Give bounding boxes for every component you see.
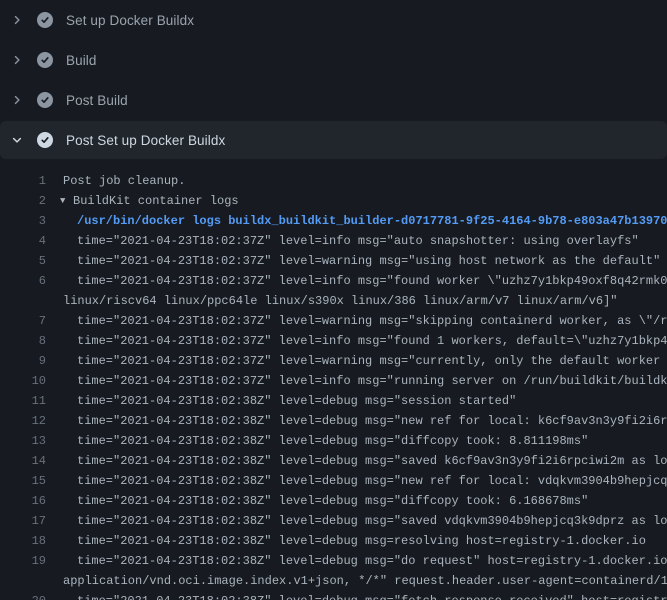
log-line: 14 ▼ time="2021-04-23T18:02:38Z" level=d… bbox=[0, 451, 667, 471]
log-line: 7 ▼ time="2021-04-23T18:02:37Z" level=wa… bbox=[0, 311, 667, 331]
step-header[interactable]: Build bbox=[0, 40, 667, 80]
log-line: 8 ▼ time="2021-04-23T18:02:37Z" level=in… bbox=[0, 331, 667, 351]
log-line-text: time="2021-04-23T18:02:38Z" level=debug … bbox=[77, 431, 588, 451]
log-line: 5 ▼ time="2021-04-23T18:02:37Z" level=wa… bbox=[0, 251, 667, 271]
log-line-number[interactable]: 2 bbox=[0, 191, 46, 211]
step-label: Post Set up Docker Buildx bbox=[66, 133, 225, 148]
log-line-number[interactable]: 13 bbox=[0, 431, 46, 451]
log-line-text: time="2021-04-23T18:02:38Z" level=debug … bbox=[77, 491, 588, 511]
log-lines: 1 ▼ Post job cleanup. 2 ▼ BuildKit conta… bbox=[0, 171, 667, 600]
log-line-text: time="2021-04-23T18:02:38Z" level=debug … bbox=[77, 471, 667, 491]
log-line-number[interactable]: 7 bbox=[0, 311, 46, 331]
step-header[interactable]: Post Set up Docker Buildx bbox=[0, 121, 667, 159]
step-header[interactable]: Set up Docker Buildx bbox=[0, 0, 667, 40]
log-line-number[interactable]: 16 bbox=[0, 491, 46, 511]
chevron-down-icon bbox=[9, 132, 25, 148]
log-line: 6 ▼ time="2021-04-23T18:02:37Z" level=in… bbox=[0, 271, 667, 291]
log-line-text: time="2021-04-23T18:02:37Z" level=info m… bbox=[77, 231, 639, 251]
log-line-text: linux/riscv64 linux/ppc64le linux/s390x … bbox=[63, 291, 618, 311]
log-line-number[interactable]: 19 bbox=[0, 551, 46, 571]
log-line-number[interactable]: 12 bbox=[0, 411, 46, 431]
log-line-text: /usr/bin/docker logs buildx_buildkit_bui… bbox=[77, 211, 667, 231]
log-line-number[interactable]: 11 bbox=[0, 391, 46, 411]
log-line: 19 ▼ time="2021-04-23T18:02:38Z" level=d… bbox=[0, 551, 667, 571]
log-line: 9 ▼ time="2021-04-23T18:02:37Z" level=wa… bbox=[0, 351, 667, 371]
step-label: Build bbox=[66, 53, 97, 68]
log-line-text: Post job cleanup. bbox=[63, 171, 185, 191]
step-header[interactable]: Post Build bbox=[0, 80, 667, 120]
log-line-number[interactable]: 6 bbox=[0, 271, 46, 291]
step-label: Set up Docker Buildx bbox=[66, 13, 194, 28]
log-line: ▼ linux/riscv64 linux/ppc64le linux/s390… bbox=[0, 291, 667, 311]
log-line-text[interactable]: BuildKit container logs bbox=[73, 191, 239, 211]
log-line-text: time="2021-04-23T18:02:37Z" level=info m… bbox=[77, 271, 667, 291]
log-line: 3 ▼ /usr/bin/docker logs buildx_buildkit… bbox=[0, 211, 667, 231]
steps-list: Set up Docker Buildx Build Post Build bbox=[0, 0, 667, 159]
step-label: Post Build bbox=[66, 93, 128, 108]
log-line-number[interactable]: 1 bbox=[0, 171, 46, 191]
log-line-number[interactable]: 18 bbox=[0, 531, 46, 551]
log-line: 15 ▼ time="2021-04-23T18:02:38Z" level=d… bbox=[0, 471, 667, 491]
log-line: 12 ▼ time="2021-04-23T18:02:38Z" level=d… bbox=[0, 411, 667, 431]
log-line-text: time="2021-04-23T18:02:38Z" level=debug … bbox=[77, 511, 667, 531]
log-line-number[interactable]: 3 bbox=[0, 211, 46, 231]
log-line-number[interactable] bbox=[0, 291, 46, 311]
log-line-number[interactable]: 5 bbox=[0, 251, 46, 271]
log-line-text: time="2021-04-23T18:02:38Z" level=debug … bbox=[77, 551, 667, 571]
chevron-right-icon bbox=[9, 92, 25, 108]
log-line-number[interactable]: 20 bbox=[0, 591, 46, 600]
chevron-right-icon bbox=[9, 12, 25, 28]
chevron-right-icon bbox=[9, 52, 25, 68]
log-line-text: time="2021-04-23T18:02:38Z" level=debug … bbox=[77, 391, 516, 411]
log-line-text: time="2021-04-23T18:02:38Z" level=debug … bbox=[77, 591, 667, 600]
log-line-number[interactable]: 15 bbox=[0, 471, 46, 491]
log-line-text: time="2021-04-23T18:02:38Z" level=debug … bbox=[77, 451, 667, 471]
log-line: 16 ▼ time="2021-04-23T18:02:38Z" level=d… bbox=[0, 491, 667, 511]
log-line: 4 ▼ time="2021-04-23T18:02:37Z" level=in… bbox=[0, 231, 667, 251]
log-line-number[interactable]: 4 bbox=[0, 231, 46, 251]
log-line-text: application/vnd.oci.image.index.v1+json,… bbox=[63, 571, 667, 591]
log-line: 11 ▼ time="2021-04-23T18:02:38Z" level=d… bbox=[0, 391, 667, 411]
log-line-number[interactable]: 10 bbox=[0, 371, 46, 391]
check-circle-icon bbox=[37, 92, 53, 108]
log-line-number[interactable] bbox=[0, 571, 46, 591]
log-line-text: time="2021-04-23T18:02:37Z" level=warnin… bbox=[77, 311, 667, 331]
log-line-text: time="2021-04-23T18:02:37Z" level=info m… bbox=[77, 371, 667, 391]
log-line-text: time="2021-04-23T18:02:38Z" level=debug … bbox=[77, 531, 646, 551]
log-line-number[interactable]: 8 bbox=[0, 331, 46, 351]
log-line-number[interactable]: 17 bbox=[0, 511, 46, 531]
log-line-number[interactable]: 9 bbox=[0, 351, 46, 371]
log-line-number[interactable]: 14 bbox=[0, 451, 46, 471]
log-line: 2 ▼ BuildKit container logs bbox=[0, 191, 667, 211]
log-line: 20 ▼ time="2021-04-23T18:02:38Z" level=d… bbox=[0, 591, 667, 600]
log-line-text: time="2021-04-23T18:02:37Z" level=info m… bbox=[77, 331, 667, 351]
log-line-text: time="2021-04-23T18:02:37Z" level=warnin… bbox=[77, 351, 667, 371]
log-line: 10 ▼ time="2021-04-23T18:02:37Z" level=i… bbox=[0, 371, 667, 391]
check-circle-icon bbox=[37, 132, 53, 148]
log-line: 13 ▼ time="2021-04-23T18:02:38Z" level=d… bbox=[0, 431, 667, 451]
log-line-text: time="2021-04-23T18:02:38Z" level=debug … bbox=[77, 411, 667, 431]
log-line: 18 ▼ time="2021-04-23T18:02:38Z" level=d… bbox=[0, 531, 667, 551]
check-circle-icon bbox=[37, 12, 53, 28]
check-circle-icon bbox=[37, 52, 53, 68]
log-line-text: time="2021-04-23T18:02:37Z" level=warnin… bbox=[77, 251, 660, 271]
log-line: 1 ▼ Post job cleanup. bbox=[0, 171, 667, 191]
collapse-triangle-icon[interactable]: ▼ bbox=[60, 191, 73, 211]
log-viewer: 1 ▼ Post job cleanup. 2 ▼ BuildKit conta… bbox=[0, 171, 667, 600]
log-line: 17 ▼ time="2021-04-23T18:02:38Z" level=d… bbox=[0, 511, 667, 531]
log-line: ▼ application/vnd.oci.image.index.v1+jso… bbox=[0, 571, 667, 591]
